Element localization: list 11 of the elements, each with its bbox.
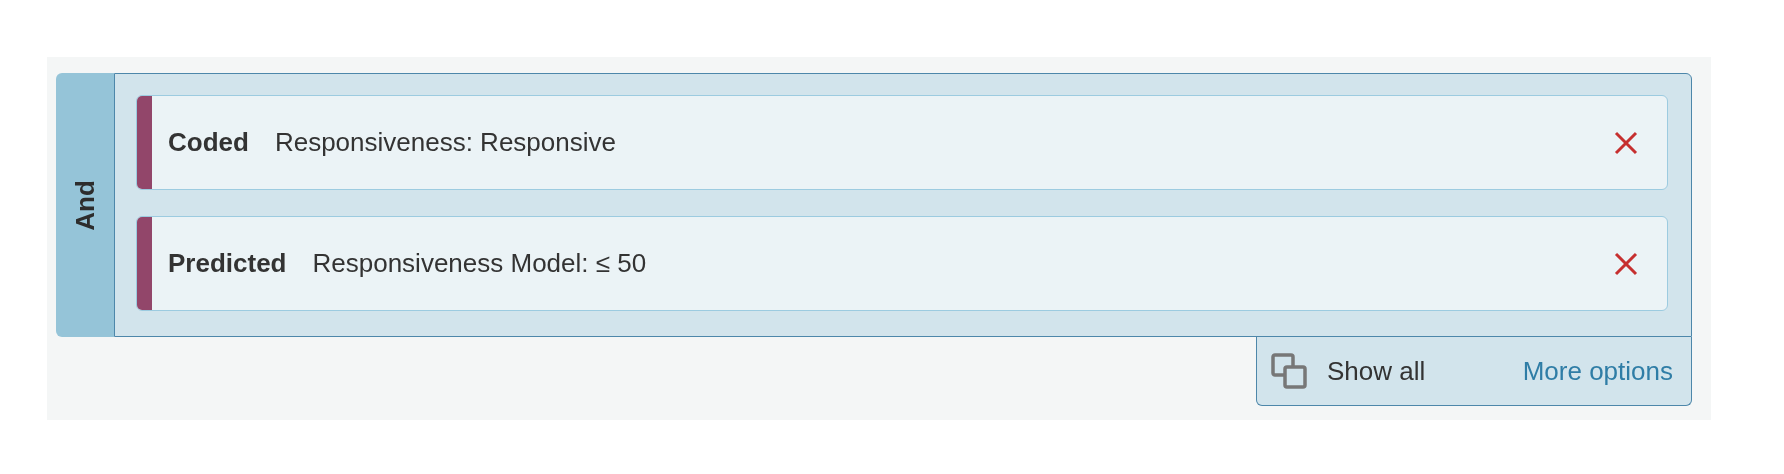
filter-description: Responsiveness Model: ≤ 50 [312,247,648,280]
filter-kind: Coded [168,126,249,159]
filter-kind: Predicted [168,247,287,280]
filter-description: Responsiveness: Responsive [274,126,617,159]
operator-label: And [68,179,101,231]
show-all-button[interactable]: Show all [1327,351,1426,391]
close-icon[interactable] [1613,250,1639,277]
filter-card[interactable]: Predicted Responsiveness Model: ≤ 50 [136,216,1668,311]
close-icon[interactable] [1613,129,1639,156]
overlapping-squares-icon [1271,353,1307,389]
filter-card[interactable]: Coded Responsiveness: Responsive [136,95,1668,190]
